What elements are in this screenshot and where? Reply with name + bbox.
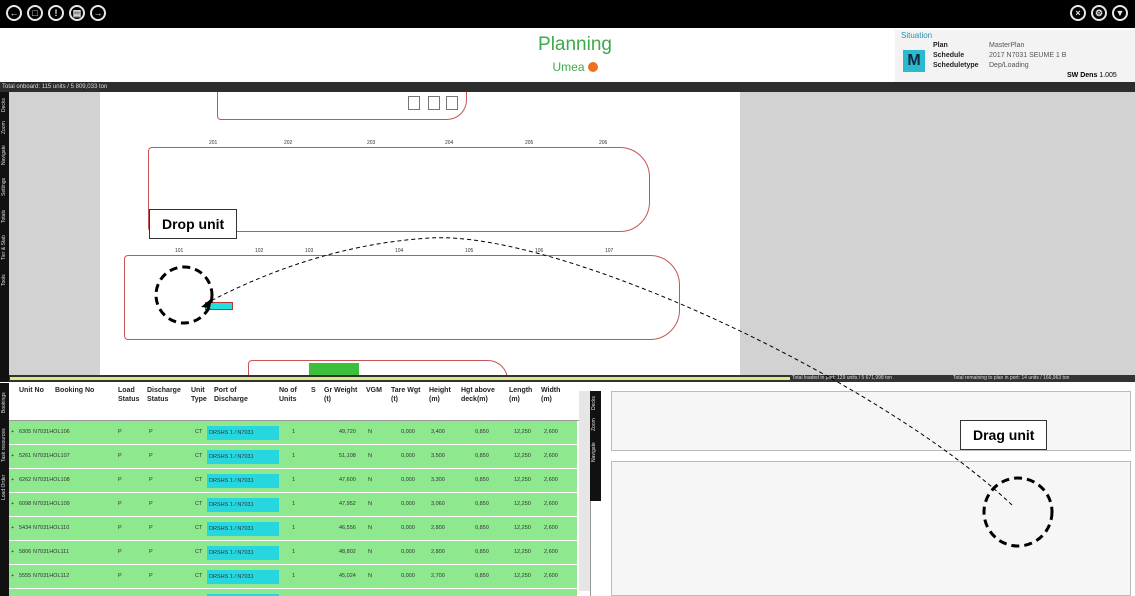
app-window: ← □ ! ▤ → × ⚙ ▼ Planning Umea Situation …	[0, 0, 1135, 596]
drag-source-circle	[982, 476, 1054, 548]
arrow-head	[201, 298, 212, 308]
drag-drop-overlay	[154, 237, 1054, 548]
drag-path-arrow	[204, 237, 1013, 506]
drop-target-circle	[154, 265, 214, 325]
